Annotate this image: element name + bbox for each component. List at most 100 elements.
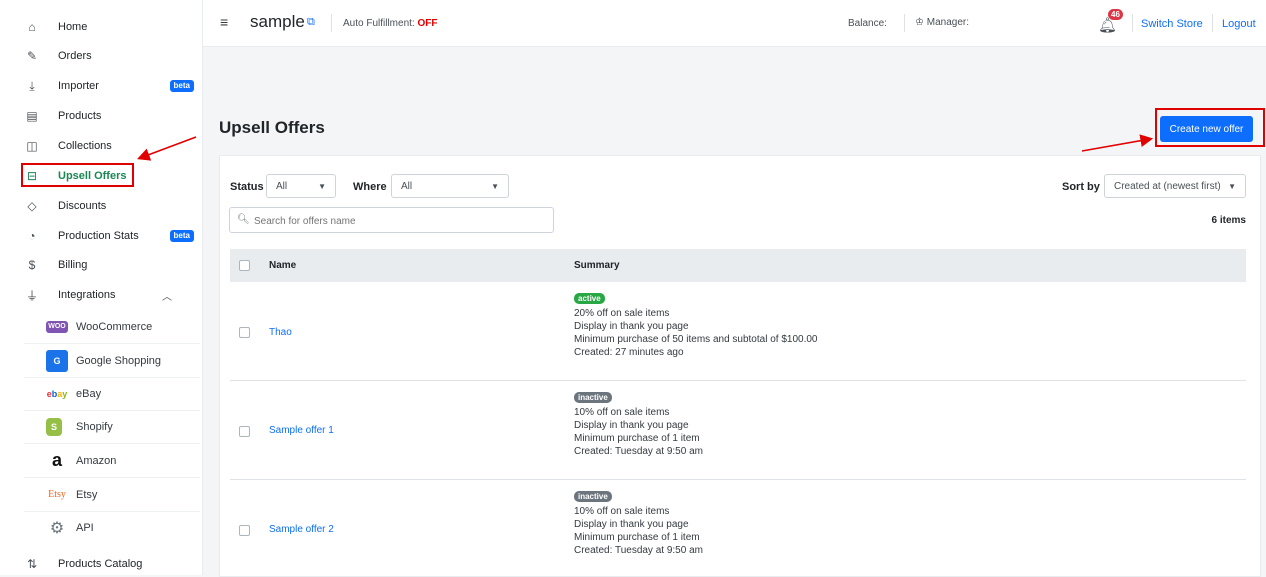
caret-down-icon: ▼ bbox=[1228, 182, 1236, 191]
integration-label: WooCommerce bbox=[76, 320, 153, 333]
summary-line: Display in thank you page bbox=[574, 321, 689, 332]
sidebar-item-label: Integrations bbox=[58, 289, 116, 301]
sidebar-item-products-catalog[interactable]: ⇅ Products Catalog bbox=[24, 553, 194, 575]
balance-label: Balance: bbox=[848, 18, 887, 29]
sidebar-item-billing[interactable]: $ Billing bbox=[24, 254, 194, 276]
sidebar-item-products[interactable]: ▤ Products bbox=[24, 105, 194, 127]
status-select-value: All bbox=[276, 180, 288, 192]
search-box: 🔍︎ bbox=[229, 207, 554, 233]
sort-by-label: Sort by bbox=[1062, 181, 1100, 193]
annotation-highlight-box bbox=[1155, 108, 1265, 147]
external-link-icon[interactable]: ⧉ bbox=[307, 16, 315, 29]
sidebar-item-label: Products bbox=[58, 110, 102, 122]
dollar-icon: $ bbox=[28, 258, 36, 272]
integration-google-shopping[interactable]: G Google Shopping bbox=[24, 344, 200, 378]
status-badge: inactive bbox=[574, 392, 612, 403]
where-select-value: All bbox=[401, 180, 413, 192]
search-icon: 🔍︎ bbox=[237, 214, 250, 225]
column-header-summary: Summary bbox=[574, 260, 620, 271]
google-shopping-icon: G bbox=[46, 349, 68, 372]
table-row: Sample offer 1 inactive 10% off on sale … bbox=[230, 381, 1246, 480]
auto-fulfillment-status: Auto Fulfillment: OFF bbox=[343, 18, 437, 29]
sidebar-item-importer[interactable]: ⤓ Importer beta bbox=[24, 75, 194, 97]
status-badge: inactive bbox=[574, 491, 612, 502]
menu-icon[interactable]: ≡ bbox=[220, 14, 228, 30]
ebay-logo: ebay bbox=[46, 388, 68, 399]
auto-fulfillment-label: Auto Fulfillment: bbox=[343, 18, 415, 29]
select-all-checkbox[interactable] bbox=[239, 260, 250, 271]
integration-api[interactable]: ⚙ API bbox=[24, 511, 200, 544]
top-bar: ≡ sample ⧉ Auto Fulfillment: OFF Balance… bbox=[203, 0, 1266, 47]
items-count: 6 items bbox=[1211, 215, 1246, 226]
home-icon: ⌂ bbox=[28, 20, 36, 34]
chevron-up-icon: ︿ bbox=[162, 292, 172, 303]
sidebar-item-integrations[interactable]: ⏚ Integrations ︿ bbox=[24, 284, 194, 306]
offer-name-link[interactable]: Thao bbox=[269, 327, 292, 338]
tag-icon: ◇ bbox=[27, 199, 37, 213]
crown-icon: ♔ bbox=[915, 17, 924, 28]
edit-icon: ✎ bbox=[26, 49, 38, 63]
offer-summary: inactive 10% off on sale items Display i… bbox=[574, 391, 703, 458]
beta-badge: beta bbox=[169, 230, 194, 242]
summary-line: Minimum purchase of 50 items and subtota… bbox=[574, 334, 818, 345]
summary-line: Created: Tuesday at 9:50 am bbox=[574, 545, 703, 556]
beta-badge: beta bbox=[169, 80, 194, 92]
sidebar-item-collections[interactable]: ◫ Collections bbox=[24, 135, 194, 157]
integration-label: Shopify bbox=[76, 420, 113, 433]
sidebar-item-label: Importer bbox=[58, 80, 99, 92]
summary-line: Created: Tuesday at 9:50 am bbox=[574, 446, 703, 457]
manager-label: Manager: bbox=[926, 17, 969, 28]
download-icon: ⤓ bbox=[29, 78, 35, 93]
sidebar-item-label: Production Stats bbox=[58, 230, 139, 242]
sidebar-item-production-stats[interactable]: ◔ Production Stats beta bbox=[24, 225, 194, 247]
plug-icon: ⏚ bbox=[25, 288, 38, 303]
row-checkbox[interactable] bbox=[239, 426, 250, 437]
status-select[interactable]: All ▼ bbox=[266, 174, 336, 198]
where-filter-label: Where bbox=[353, 181, 387, 193]
integration-etsy[interactable]: Etsy Etsy bbox=[24, 478, 200, 512]
offer-name-link[interactable]: Sample offer 2 bbox=[269, 524, 334, 535]
shopify-icon: S bbox=[46, 417, 62, 436]
sort-select-value: Created at (newest first) bbox=[1114, 180, 1221, 192]
table-row: Sample offer 2 inactive 10% off on sale … bbox=[230, 480, 1246, 575]
summary-line: Display in thank you page bbox=[574, 519, 689, 530]
row-checkbox[interactable] bbox=[239, 327, 250, 338]
row-checkbox[interactable] bbox=[239, 525, 250, 536]
offer-name-link[interactable]: Sample offer 1 bbox=[269, 425, 334, 436]
sidebar-item-label: Products Catalog bbox=[58, 558, 143, 570]
integration-shopify[interactable]: S Shopify bbox=[24, 410, 200, 444]
sidebar-item-orders[interactable]: ✎ Orders bbox=[24, 45, 194, 67]
divider bbox=[331, 14, 332, 32]
integration-woocommerce[interactable]: WOO WooCommerce bbox=[24, 310, 200, 344]
sidebar-item-label: Home bbox=[58, 21, 88, 33]
summary-line: Created: 27 minutes ago bbox=[574, 347, 684, 358]
sort-select[interactable]: Created at (newest first) ▼ bbox=[1104, 174, 1246, 198]
amazon-icon: a bbox=[51, 450, 62, 470]
divider bbox=[904, 14, 905, 32]
clock-icon: ◔ bbox=[28, 229, 36, 243]
integration-amazon[interactable]: a Amazon bbox=[24, 444, 200, 478]
integration-ebay[interactable]: ebay eBay bbox=[24, 377, 200, 411]
column-header-name: Name bbox=[269, 260, 297, 271]
annotation-arrow-create bbox=[1081, 134, 1154, 152]
status-filter-label: Status bbox=[230, 181, 264, 193]
logout-link[interactable]: Logout bbox=[1222, 18, 1256, 30]
api-gear-icon: ⚙ bbox=[49, 519, 65, 537]
sidebar-item-discounts[interactable]: ◇ Discounts bbox=[24, 195, 194, 217]
integration-label: eBay bbox=[76, 387, 102, 400]
integration-label: API bbox=[76, 521, 94, 534]
caret-down-icon: ▼ bbox=[491, 182, 499, 191]
where-select[interactable]: All ▼ bbox=[391, 174, 509, 198]
status-badge: active bbox=[574, 293, 605, 304]
sidebar-item-home[interactable]: ⌂ Home bbox=[24, 16, 194, 38]
switch-store-link[interactable]: Switch Store bbox=[1141, 18, 1203, 30]
divider bbox=[1132, 14, 1133, 32]
search-input[interactable] bbox=[252, 212, 546, 230]
annotation-highlight-box bbox=[21, 163, 134, 187]
sidebar: ⌂ Home ✎ Orders ⤓ Importer beta ▤ Produc… bbox=[0, 0, 203, 575]
sidebar-item-label: Discounts bbox=[58, 200, 107, 212]
manager: ♔ Manager: bbox=[915, 17, 969, 28]
etsy-logo: Etsy bbox=[48, 489, 66, 500]
page-title: Upsell Offers bbox=[219, 118, 325, 137]
divider bbox=[1212, 14, 1213, 32]
